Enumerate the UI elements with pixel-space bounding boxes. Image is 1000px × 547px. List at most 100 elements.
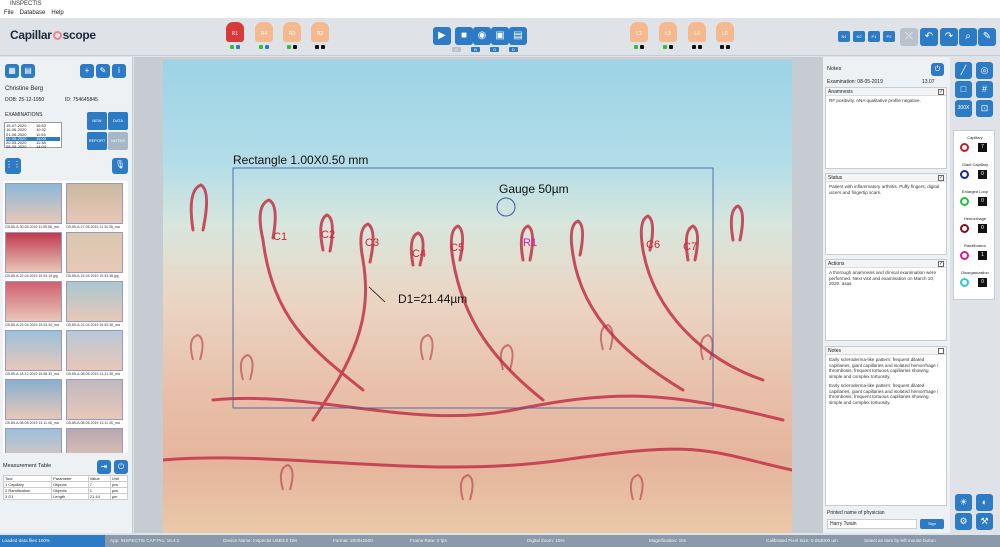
undo-button[interactable]: ↶ bbox=[920, 28, 938, 46]
thumbnail-image[interactable] bbox=[5, 183, 62, 224]
finger-l5[interactable]: L5 bbox=[716, 22, 734, 42]
category-label: Giant Capillary bbox=[961, 162, 989, 167]
actions-text[interactable]: A thorough anamnesis and clinical examin… bbox=[826, 268, 946, 289]
patient-info-button[interactable]: i bbox=[112, 64, 126, 78]
finger-l2[interactable]: L2 bbox=[630, 22, 648, 42]
edit-patient-button[interactable]: ✎ bbox=[96, 64, 110, 78]
data-button[interactable]: DATA bbox=[108, 112, 128, 130]
camera-button[interactable]: ◉ bbox=[473, 27, 491, 45]
actions-checkbox[interactable]: ✓ bbox=[938, 261, 944, 267]
rectangle-tool-icon[interactable]: □ bbox=[955, 81, 972, 98]
menu-item-2[interactable]: Help bbox=[51, 10, 63, 16]
fit-tool-icon[interactable]: ⊡ bbox=[976, 100, 993, 117]
table-row[interactable]: 3 D1 Length 21.44 µm bbox=[2, 493, 129, 500]
thumbnail-image[interactable] bbox=[5, 330, 62, 371]
notes-button[interactable]: NOTES bbox=[108, 132, 128, 150]
notes-text-2[interactable]: Early scleroderma-like pattern: frequent… bbox=[826, 381, 946, 407]
thumbnail-caption: CB-85-A-18-12-2019 15.56.30_ma bbox=[5, 372, 59, 376]
finger-l4[interactable]: L4 bbox=[688, 22, 706, 42]
anamnesis-box[interactable]: Anamnesis ✓ RF positivity. ANA qualitativ… bbox=[825, 87, 947, 169]
thumbnail-image[interactable] bbox=[66, 183, 123, 224]
status-box[interactable]: Status ✓ Patient with inflammatory arthri… bbox=[825, 173, 947, 255]
notes-checkbox[interactable] bbox=[938, 348, 944, 354]
category-ring-icon[interactable] bbox=[960, 170, 969, 179]
anamnesis-checkbox[interactable]: ✓ bbox=[938, 89, 944, 95]
thumbnail-image[interactable] bbox=[5, 232, 62, 273]
capture-mode-0[interactable]: 0 bbox=[452, 47, 461, 52]
examination-list[interactable]: 15-07-2020 16:53 16-06-2020 10:32 01-06-2020… bbox=[4, 122, 62, 150]
notes-power-button[interactable]: ⏻ bbox=[931, 63, 944, 76]
database-button[interactable]: ▤ bbox=[21, 64, 35, 78]
menu-item-1[interactable]: Database bbox=[20, 10, 46, 16]
preset-n2[interactable]: N2 bbox=[853, 31, 865, 42]
finger-status-dot bbox=[287, 45, 291, 49]
capture-mode-1[interactable]: B bbox=[471, 47, 480, 52]
actions-box[interactable]: Actions ✓ A thorough anamnesis and clinic… bbox=[825, 259, 947, 341]
video-button[interactable]: ■ bbox=[455, 27, 473, 45]
category-ring-icon[interactable] bbox=[960, 278, 969, 287]
brightness-icon[interactable]: ☀ bbox=[955, 494, 972, 511]
thumbnail-image[interactable] bbox=[5, 281, 62, 322]
patient-db-button[interactable]: ▦ bbox=[5, 64, 19, 78]
category-ring-icon[interactable] bbox=[960, 197, 969, 206]
finger-r4[interactable]: R4 bbox=[255, 22, 273, 42]
thumbnail-image[interactable] bbox=[66, 379, 123, 420]
anamnesis-text[interactable]: RF positivity. ANA qualitative profile n… bbox=[826, 96, 946, 106]
save-image-button[interactable]: ▤ bbox=[509, 27, 527, 45]
preset-p2[interactable]: P2 bbox=[883, 31, 895, 42]
examination-row[interactable]: 08-05-2020 14:04 bbox=[6, 145, 60, 150]
category-ring-icon[interactable] bbox=[960, 224, 969, 233]
gallery-button[interactable]: ▣ bbox=[491, 27, 509, 45]
finger-l3[interactable]: L3 bbox=[659, 22, 677, 42]
contrast-icon[interactable]: ◐ bbox=[976, 494, 993, 511]
add-patient-button[interactable]: + bbox=[80, 64, 94, 78]
new-exam-button[interactable]: NEW bbox=[87, 112, 107, 130]
category-ring-icon[interactable] bbox=[960, 143, 969, 152]
physician-label: Printed name of physician bbox=[827, 510, 885, 516]
app-logo: Capillar scope bbox=[10, 28, 96, 42]
export-button[interactable]: ⇥ bbox=[97, 460, 111, 474]
thumbnail-image[interactable] bbox=[5, 379, 62, 420]
finger-r3[interactable]: R3 bbox=[283, 22, 301, 42]
thumbnail-image[interactable] bbox=[66, 232, 123, 273]
grid-tool-icon[interactable]: # bbox=[976, 81, 993, 98]
cursor-off-button[interactable]: ⤫ bbox=[900, 28, 918, 46]
finger-status-dot bbox=[663, 45, 667, 49]
thumbnail-caption: CB-85-A-22-04-2019 15.53.34_ma bbox=[5, 323, 59, 327]
globe-tool-icon[interactable]: ◎ bbox=[976, 62, 993, 79]
capillary-image[interactable]: Rectangle 1.00X0.50 mm Gauge 50µm D1=21.… bbox=[163, 60, 792, 533]
status-checkbox[interactable]: ✓ bbox=[938, 175, 944, 181]
search-button[interactable]: ⌕ bbox=[959, 28, 977, 46]
notes-box[interactable]: Notes Early scleroderma-like pattern: fr… bbox=[825, 346, 947, 506]
auto-detect-icon[interactable]: ⚙ bbox=[955, 513, 972, 530]
category-ring-icon[interactable] bbox=[960, 251, 969, 260]
menu-item-0[interactable]: File bbox=[4, 10, 14, 16]
sign-button[interactable]: Sign bbox=[920, 519, 944, 529]
thumbnail-image[interactable] bbox=[66, 330, 123, 371]
finger-status-dot bbox=[315, 45, 319, 49]
thumbnail-image[interactable] bbox=[66, 428, 123, 453]
physician-input[interactable]: Harry Twain bbox=[827, 519, 917, 529]
finger-r1[interactable]: R1 bbox=[226, 22, 244, 42]
capture-mode-2[interactable]: O bbox=[490, 47, 499, 52]
preset-p1[interactable]: P1 bbox=[868, 31, 880, 42]
preset-n1[interactable]: N1 bbox=[838, 31, 850, 42]
power-button[interactable]: ⏻ bbox=[114, 460, 128, 474]
capture-mode-3[interactable]: D bbox=[509, 47, 518, 52]
play-button[interactable]: ▶ bbox=[433, 27, 451, 45]
grid-view-button[interactable]: ⋮⋮ bbox=[5, 158, 21, 174]
thumbnail-image[interactable] bbox=[66, 281, 123, 322]
notes-text[interactable]: Early scleroderma-like pattern: frequent… bbox=[826, 355, 946, 381]
report-button[interactable]: REPORT bbox=[87, 132, 107, 150]
status-text[interactable]: Patient with inflammatory arthritis. Puf… bbox=[826, 182, 946, 197]
microphone-button[interactable]: 🎙 bbox=[112, 158, 128, 174]
edit-button[interactable]: ✎ bbox=[978, 28, 996, 46]
zoom-300x-button[interactable]: 300X bbox=[955, 100, 972, 117]
thumbnail-image[interactable] bbox=[5, 428, 62, 453]
finger-r2[interactable]: R2 bbox=[311, 22, 329, 42]
line-tool-icon[interactable]: ╱ bbox=[955, 62, 972, 79]
settings-icon[interactable]: ⚒ bbox=[976, 513, 993, 530]
status-segment: Loaded data files 100% bbox=[0, 535, 105, 547]
measurement-table-title: Measurement Table bbox=[3, 463, 52, 469]
redo-button[interactable]: ↷ bbox=[940, 28, 958, 46]
